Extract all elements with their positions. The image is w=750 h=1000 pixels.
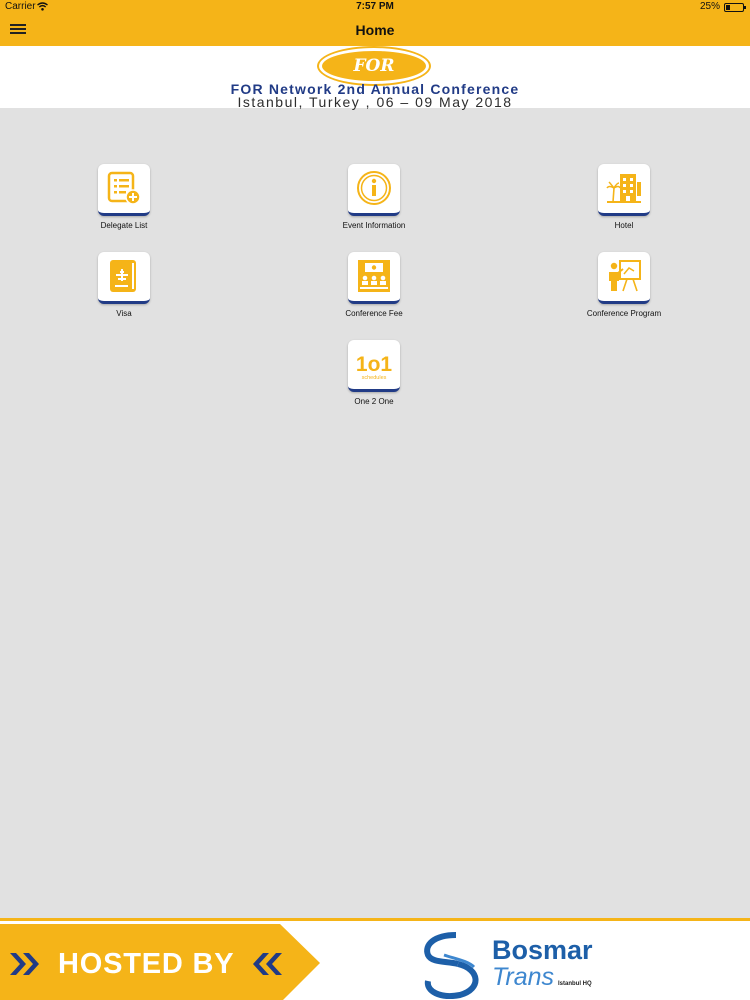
brand-name-2: Trans [492, 963, 555, 991]
for-logo: FOR [319, 48, 429, 84]
tile-label: Hotel [614, 221, 634, 230]
visa-tile[interactable]: Visa [64, 252, 184, 332]
hotel-icon [606, 174, 641, 203]
delegate-list-tile[interactable]: Delegate List [64, 164, 184, 244]
brand-tagline: Istanbul HQ [558, 981, 592, 987]
chevron-left-icon [253, 953, 282, 975]
tile-label: Event Information [342, 221, 406, 230]
bosmar-trans-logo: Bosmar Trans Istanbul HQ [420, 929, 620, 999]
conference-fee-tile[interactable]: Conference Fee [314, 252, 434, 332]
status-bar: Carrier 7:57 PM 25% [0, 0, 750, 14]
svg-text:schedules: schedules [362, 375, 387, 381]
nav-bar: Home [0, 14, 750, 46]
info-icon [357, 171, 391, 205]
tile-label: Conference Fee [345, 309, 403, 318]
page-title: Home [355, 22, 395, 38]
event-information-tile[interactable]: Event Information [314, 164, 434, 244]
chevron-right-icon [10, 953, 39, 975]
battery-percent: 25% [699, 1, 720, 12]
tile-label: One 2 One [354, 397, 394, 406]
banner-subline: Istanbul, Turkey , 06 – 09 May 2018 [237, 94, 513, 110]
brand-name-1: Bosmar [492, 935, 593, 965]
presentation-icon [609, 260, 641, 292]
battery-icon [724, 3, 746, 12]
conference-program-tile[interactable]: Conference Program [564, 252, 684, 332]
hotel-tile[interactable]: Hotel [564, 164, 684, 244]
hosted-by-text: HOSTED BY [58, 948, 235, 980]
tile-label: Conference Program [586, 309, 662, 318]
conference-fee-icon [358, 260, 390, 292]
sponsor-footer: HOSTED BY Bosmar Trans Istanbul HQ [0, 918, 750, 1000]
one-to-one-icon: 1o1 schedules [356, 353, 392, 381]
hosted-by-banner: HOSTED BY [0, 924, 320, 1000]
svg-text:1o1: 1o1 [356, 353, 392, 376]
clock: 7:57 PM [356, 1, 394, 12]
bosmar-logo-mark [424, 932, 479, 999]
passport-icon [110, 260, 136, 292]
tile-label: Visa [116, 309, 132, 318]
delegate-list-icon [107, 171, 141, 205]
conference-banner: FOR FOR Network 2nd Annual Conference Is… [0, 46, 750, 110]
one-2-one-tile[interactable]: 1o1 schedules One 2 One [314, 340, 434, 420]
tile-label: Delegate List [100, 221, 148, 230]
